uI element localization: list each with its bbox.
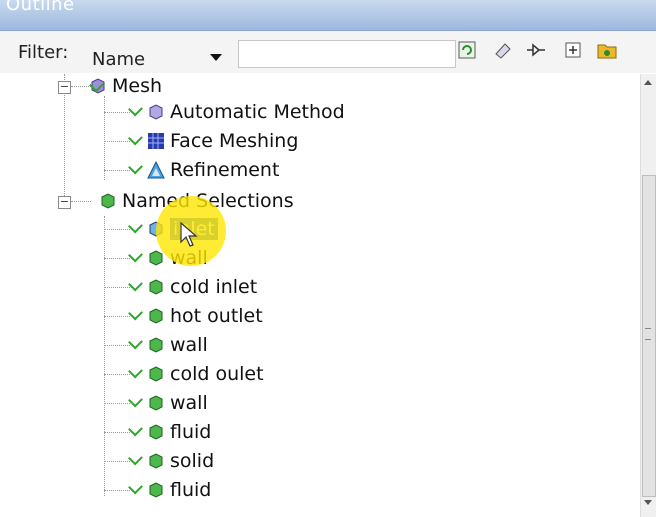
scroll-down-icon[interactable] [644, 500, 652, 505]
tree-connector [104, 112, 130, 113]
panel-title-bar: Outline [0, 0, 656, 31]
named-selection-icon [149, 337, 163, 353]
tree-connector [104, 403, 130, 404]
status-ok-icon [128, 450, 143, 466]
tree-node-named-selection[interactable]: fluid [146, 477, 211, 503]
tree-connector [104, 258, 130, 259]
status-ok-icon [128, 421, 143, 437]
status-ok-icon [128, 392, 143, 408]
tree-node-refinement[interactable]: Refinement [146, 157, 279, 183]
collapse-environments-icon[interactable] [525, 40, 547, 62]
tree-node-label: fluid [170, 421, 212, 443]
named-selection-icon [149, 482, 163, 498]
status-ok-icon [128, 363, 143, 379]
status-ok-icon [128, 130, 143, 146]
tree-node-label: Automatic Method [170, 101, 345, 123]
tree-connector [104, 490, 130, 491]
tree-connector [104, 170, 130, 171]
chevron-down-icon[interactable] [210, 54, 222, 61]
tree-connector [104, 374, 130, 375]
status-ok-icon [128, 276, 143, 292]
status-ok-icon [128, 479, 143, 495]
tree-node-label: hot outlet [170, 305, 263, 327]
folder-icon[interactable] [596, 40, 618, 62]
panel-title: Outline [6, 0, 75, 15]
tree-connector [104, 432, 130, 433]
expand-all-icon[interactable] [562, 40, 584, 62]
status-ok-icon [128, 101, 143, 117]
refinement-icon [147, 160, 165, 179]
tree-connector [104, 287, 130, 288]
tree-node-label: cold inlet [170, 276, 258, 298]
filter-select[interactable]: Name [88, 44, 226, 70]
filter-label: Filter: [18, 42, 69, 63]
refresh-icon[interactable] [456, 40, 478, 62]
tree-node-label: Mesh [112, 75, 163, 97]
tree-node-label: wall [170, 334, 208, 356]
collapse-named-selections-toggle[interactable]: − [58, 196, 71, 209]
outline-tree: − Mesh Automatic Method Face Meshing Ref… [0, 74, 640, 517]
face-meshing-icon [148, 133, 164, 149]
tree-node-named-selection[interactable]: fluid [146, 419, 211, 445]
named-selection-icon [149, 308, 163, 324]
tree-connector [104, 229, 130, 230]
filter-select-value: Name [92, 49, 146, 70]
status-ok-icon [128, 218, 143, 234]
tree-connector [104, 96, 105, 180]
filter-search-input[interactable] [238, 40, 456, 68]
named-selection-icon [149, 279, 163, 295]
tree-connector [104, 141, 130, 142]
tree-node-label: solid [170, 450, 215, 472]
tree-node-face-meshing[interactable]: Face Meshing [146, 128, 298, 154]
tree-node-label: fluid [170, 479, 212, 501]
tree-connector [104, 461, 130, 462]
status-ok-icon [128, 305, 143, 321]
status-ok-icon [128, 159, 143, 175]
named-selection-icon [149, 453, 163, 469]
tree-node-automatic-method[interactable]: Automatic Method [146, 99, 345, 125]
status-ok-icon [128, 247, 143, 263]
tree-connector [104, 345, 130, 346]
tree-node-named-selection[interactable]: hot outlet [146, 303, 263, 329]
tree-connector [104, 316, 130, 317]
tree-node-named-selection[interactable]: cold oulet [146, 361, 264, 387]
tree-node-named-selection[interactable]: wall [146, 390, 208, 416]
tree-node-named-selection[interactable]: solid [146, 448, 214, 474]
named-selections-icon [101, 193, 115, 209]
named-selection-icon [149, 366, 163, 382]
tree-node-named-selection[interactable]: wall [146, 332, 208, 358]
tree-node-label: Refinement [170, 159, 280, 181]
tree-node-label: wall [170, 392, 208, 414]
scroll-up-icon[interactable] [644, 80, 652, 85]
named-selection-icon [149, 395, 163, 411]
named-selection-icon [149, 424, 163, 440]
status-ok-icon [128, 334, 143, 350]
scrollbar-grip-icon [645, 328, 651, 340]
method-icon [149, 104, 163, 120]
clear-filter-icon[interactable] [492, 40, 514, 62]
collapse-mesh-toggle[interactable]: − [58, 81, 71, 94]
mouse-cursor-icon [180, 222, 198, 247]
tree-node-label: cold oulet [170, 363, 264, 385]
tree-node-named-selection[interactable]: cold inlet [146, 274, 257, 300]
tree-connector [71, 201, 91, 202]
tree-node-label: Face Meshing [170, 130, 299, 152]
